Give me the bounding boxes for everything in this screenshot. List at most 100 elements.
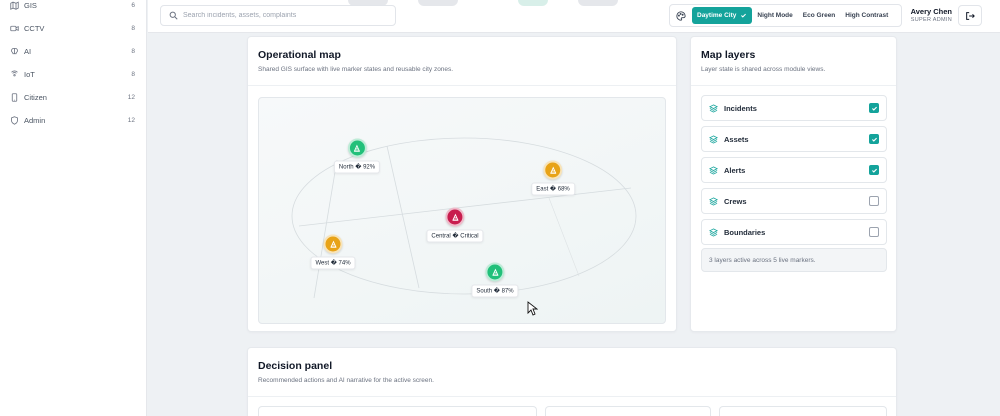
divider xyxy=(248,396,896,397)
camera-icon xyxy=(8,22,20,34)
user-role: SUPER ADMIN xyxy=(910,17,952,23)
sidebar-item-label: IoT xyxy=(24,69,35,79)
layer-checkbox[interactable] xyxy=(869,134,879,144)
scrolled-content-edge xyxy=(578,0,618,6)
map-marker-central[interactable]: Central � Critical xyxy=(426,207,484,243)
sidebar-item-citizen[interactable]: Citizen 12 xyxy=(0,87,147,107)
sidebar-item-count: 12 xyxy=(127,116,135,124)
layer-label: Boundaries xyxy=(724,227,766,237)
layer-label: Assets xyxy=(724,134,749,144)
map-marker-east[interactable]: East � 68% xyxy=(531,160,575,196)
alert-cone-icon xyxy=(491,268,499,276)
map-marker-west[interactable]: West � 74% xyxy=(310,234,356,270)
theme-eco-green-button[interactable]: Eco Green xyxy=(798,7,841,24)
layer-toggle-boundaries[interactable]: Boundaries xyxy=(701,219,887,245)
map-marker-label: East � 68% xyxy=(531,182,575,196)
sidebar-item-label: AI xyxy=(24,46,32,56)
sidebar-item-label: CCTV xyxy=(24,23,45,33)
decision-panel-section xyxy=(258,406,537,416)
card-subtitle: Shared GIS surface with live marker stat… xyxy=(258,66,454,73)
map-marker-dot xyxy=(485,262,505,282)
map-marker-dot xyxy=(323,234,343,254)
card-subtitle: Layer state is shared across module view… xyxy=(701,66,826,73)
divider xyxy=(248,85,676,86)
user-info: Avery Chen SUPER ADMIN xyxy=(908,7,952,23)
logout-button[interactable] xyxy=(958,5,982,26)
search-input[interactable] xyxy=(183,12,383,19)
sidebar-item-count: 8 xyxy=(131,70,135,78)
sidebar-item-admin[interactable]: Admin 12 xyxy=(0,110,147,130)
brain-icon xyxy=(8,45,20,57)
user-name: Avery Chen xyxy=(910,7,952,16)
layer-checkbox[interactable] xyxy=(869,227,879,237)
logout-icon xyxy=(966,11,975,20)
decision-panel-section xyxy=(545,406,711,416)
sidebar-item-label: Citizen xyxy=(24,92,47,102)
layer-toggle-alerts[interactable]: Alerts xyxy=(701,157,887,183)
layer-checkbox[interactable] xyxy=(869,196,879,206)
map-marker-label: North � 92% xyxy=(333,160,381,174)
divider xyxy=(691,85,896,86)
shield-icon xyxy=(8,114,20,126)
alert-cone-icon xyxy=(549,166,557,174)
layer-toggle-incidents[interactable]: Incidents xyxy=(701,95,887,121)
sidebar-item-label: GIS xyxy=(24,0,37,10)
card-subtitle: Recommended actions and AI narrative for… xyxy=(258,377,434,384)
decision-panel-section xyxy=(719,406,887,416)
map-marker-label: South � 87% xyxy=(471,284,519,298)
alert-cone-icon xyxy=(451,213,459,221)
search-box[interactable] xyxy=(160,5,396,26)
check-icon xyxy=(871,137,877,142)
map-marker-dot xyxy=(347,138,367,158)
theme-high-contrast-button[interactable]: High Contrast xyxy=(840,7,893,24)
sidebar-item-label: Admin xyxy=(24,115,46,125)
theme-daytime-city-button[interactable]: Daytime City xyxy=(692,7,753,24)
layer-toggle-assets[interactable]: Assets xyxy=(701,126,887,152)
check-icon xyxy=(871,106,877,111)
layers-icon xyxy=(709,227,719,237)
card-title: Map layers xyxy=(701,49,756,61)
sidebar-item-count: 12 xyxy=(127,93,135,101)
check-icon xyxy=(871,168,877,173)
map-icon xyxy=(8,0,20,11)
layers-icon xyxy=(709,134,719,144)
sidebar-item-count: 8 xyxy=(131,24,135,32)
map-marker-north[interactable]: North � 92% xyxy=(333,138,381,174)
sidebar-item-count: 6 xyxy=(131,1,135,9)
layers-summary: 3 layers active across 5 live markers. xyxy=(701,248,887,272)
layer-label: Crews xyxy=(724,196,747,206)
theme-night-mode-button[interactable]: Night Mode xyxy=(752,7,797,24)
phone-icon xyxy=(8,91,20,103)
sidebar-item-iot[interactable]: IoT 8 xyxy=(0,64,147,84)
layers-icon xyxy=(709,165,719,175)
operational-map-card: Operational map Shared GIS surface with … xyxy=(247,36,677,332)
card-title: Operational map xyxy=(258,49,341,61)
signal-icon xyxy=(8,68,20,80)
layer-checkbox[interactable] xyxy=(869,165,879,175)
layers-icon xyxy=(709,103,719,113)
mouse-cursor-icon xyxy=(527,301,538,316)
layers-icon xyxy=(709,196,719,206)
sidebar-item-count: 8 xyxy=(131,47,135,55)
map-marker-south[interactable]: South � 87% xyxy=(471,262,519,298)
layer-toggle-crews[interactable]: Crews xyxy=(701,188,887,214)
map-marker-label: West � 74% xyxy=(310,256,356,270)
sidebar-item-ai[interactable]: AI 8 xyxy=(0,41,147,61)
search-icon xyxy=(169,11,178,20)
check-icon xyxy=(741,13,747,18)
map-marker-label: Central � Critical xyxy=(426,229,484,243)
layer-checkbox[interactable] xyxy=(869,103,879,113)
sidebar-item-gis[interactable]: GIS 6 xyxy=(0,0,147,15)
map-layers-card: Map layers Layer state is shared across … xyxy=(690,36,897,332)
sidebar: GIS 6 CCTV 8 AI 8 IoT 8 Citizen 12 Admin… xyxy=(0,0,147,416)
map-canvas[interactable]: North � 92% East � 68% Central � Critica… xyxy=(258,97,666,324)
theme-switcher: Daytime City Night Mode Eco Green High C… xyxy=(669,4,902,27)
scrolled-content-edge xyxy=(518,0,548,6)
alert-cone-icon xyxy=(329,240,337,248)
map-marker-dot xyxy=(543,160,563,180)
theme-label: Daytime City xyxy=(697,12,737,19)
top-bar: Daytime City Night Mode Eco Green High C… xyxy=(148,0,1000,33)
palette-icon xyxy=(673,8,689,24)
sidebar-item-cctv[interactable]: CCTV 8 xyxy=(0,18,147,38)
alert-cone-icon xyxy=(353,144,361,152)
